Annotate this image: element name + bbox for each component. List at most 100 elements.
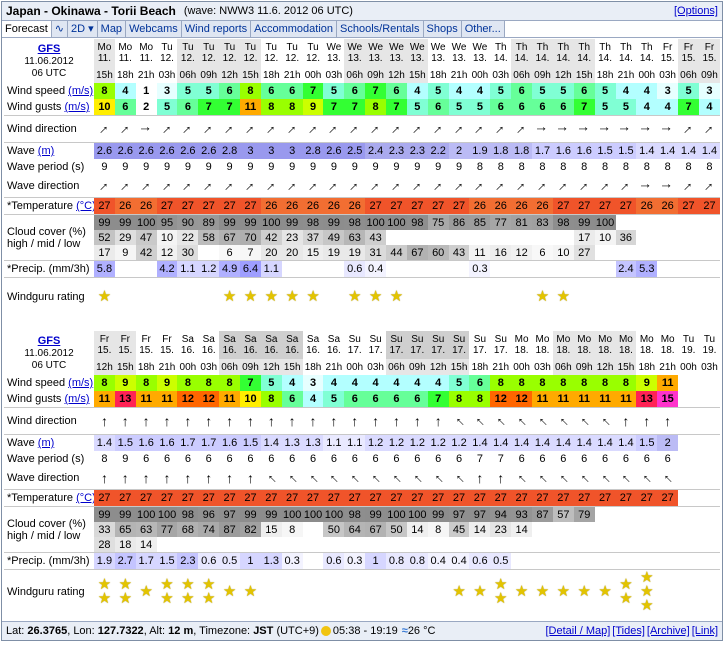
wave-period-cell: 6 [372, 453, 379, 465]
model-link[interactable]: GFS [38, 43, 61, 55]
wave-period-cell: 8 [664, 161, 671, 173]
wind-arrow-icon: ↑ [184, 469, 192, 486]
rating-cell [699, 278, 720, 316]
wind-gusts-cell: 7 [427, 391, 449, 407]
wave-period-cell: 6 [184, 453, 191, 465]
wave-cell: 2.3 [406, 143, 428, 159]
tab-4[interactable]: Webcams [126, 21, 182, 37]
cloud-high-cell: 99 [281, 215, 303, 230]
wave-period-cell: 6 [309, 453, 317, 465]
precip-cell [428, 261, 449, 277]
day-cell: Su 17. [344, 331, 366, 359]
wind-gusts-cell: 13 [636, 391, 658, 407]
tab-7[interactable]: Schools/Rentals [337, 21, 424, 37]
unit-ms-link[interactable]: (m/s) [64, 393, 89, 405]
cloud-high-cell: 97 [448, 507, 470, 522]
tab-1[interactable]: ∿ [51, 21, 69, 37]
hour-cell: 15h [94, 67, 115, 83]
wave-cell: 1.4 [657, 143, 679, 159]
cloud-mid-cell: 77 [156, 522, 178, 537]
rating-cell: ★ ★ [157, 570, 178, 614]
tab-2[interactable]: 2D ▾ [68, 21, 98, 37]
precip-cell [699, 261, 720, 277]
cloud-high-cell: 81 [511, 215, 533, 230]
wind-speed-cell [699, 375, 720, 391]
unit-ms-link[interactable]: (m/s) [68, 377, 93, 389]
precip-cell: 4.9 [219, 261, 241, 277]
cloud-mid-cell: 58 [198, 230, 220, 245]
hour-cell: 09h [365, 67, 387, 83]
unit-c-link[interactable]: (°C) [76, 492, 94, 504]
cloud-high-cell: 90 [177, 215, 199, 230]
tab-9[interactable]: Other... [461, 21, 505, 37]
star-icon: ★ [619, 590, 633, 607]
wave-cell: 1.4 [469, 435, 491, 451]
precip-cell [616, 553, 637, 569]
cloud-low-cell: 10 [552, 245, 574, 260]
star-icon: ★ [535, 288, 550, 305]
unit-m-link[interactable]: (m) [38, 437, 55, 449]
tab-8[interactable]: Shops [423, 21, 462, 37]
tab-3[interactable]: Map [97, 21, 127, 37]
wind-gusts-cell: 4 [302, 391, 324, 407]
day-cell: Tu 12. [240, 39, 261, 67]
wind-arrow-icon: ↑ [367, 120, 384, 137]
wind-speed-cell: 4 [365, 375, 387, 391]
hour-cell: 12h [94, 359, 115, 375]
wave: Wave (m) 2.6 2.6 2.6 2.6 2.6 2.6 2.8 3 3 3 2.8 2.6 2.… [4, 143, 720, 159]
wave-period: Wave period (s) 9 9 9 9 9 9 9 9 9 9 9 9 9 9 9 9 9 9 8 8 8 8 8 8 8… [4, 159, 720, 175]
cloud-high-cell [678, 507, 699, 522]
temperature-cell: 27 [678, 198, 699, 214]
unit-ms-link[interactable]: (m/s) [64, 101, 89, 113]
wind-speed-cell: 4 [469, 83, 491, 99]
wind-arrow-icon: ↑ [284, 469, 301, 486]
wind-arrow-icon: ↑ [200, 120, 217, 137]
hour-cell: 18h [427, 67, 449, 83]
wave-cell: 3 [260, 143, 282, 159]
wave-cell: 2.6 [198, 143, 220, 159]
cloud-high-cell: 79 [573, 507, 595, 522]
wind-arrow-icon: ↑ [372, 412, 380, 429]
day-cell: Th 14. [490, 39, 512, 67]
footer-link-1[interactable]: [Tides] [612, 625, 645, 637]
temperature-cell: 27 [448, 490, 470, 506]
cloud-low-cell: 19 [344, 245, 366, 260]
cloud-mid-cell [386, 230, 407, 245]
cloud-low-cell: 43 [448, 245, 470, 260]
day-row: GFS 11.06.2012 06 UTC Mo 11. Mo 11. Mo 11. Tu 12. T… [4, 39, 720, 79]
wind-gusts-cell: 6 [427, 99, 449, 115]
day-cell: Tu 12. [177, 39, 199, 67]
precip-cell [636, 553, 657, 569]
hour-cell: 06h [177, 67, 199, 83]
wind-gusts: Wind gusts (m/s) 10 6 2 5 6 7 7 11 8 8 9 7 7 8 7 5 6 5 5 6 6 6… [4, 99, 720, 115]
cloud-low-cell [699, 245, 720, 260]
rating-cell [428, 278, 449, 316]
temperature-cell: 27 [365, 198, 387, 214]
hour-cell: 12h [219, 67, 241, 83]
temperature-cell: 26 [490, 198, 512, 214]
hour-cell: 06h [344, 67, 366, 83]
unit-ms-link[interactable]: (m/s) [68, 85, 93, 97]
wind-speed-cell: 7 [302, 83, 324, 99]
unit-m-link[interactable]: (m) [38, 145, 55, 157]
tab-5[interactable]: Wind reports [181, 21, 252, 37]
options-link[interactable]: [Options] [674, 5, 718, 17]
cloud-high-cell: 83 [532, 215, 553, 230]
wind-gusts-cell [678, 391, 699, 407]
tab-6[interactable]: Accommodation [251, 21, 337, 37]
temperature-cell: 27 [594, 490, 616, 506]
wind-speed-cell: 4 [281, 375, 303, 391]
model-link[interactable]: GFS [38, 335, 61, 347]
day-cell: Fr 15. [114, 331, 136, 359]
cloud-mid-cell [553, 230, 574, 245]
day-cell: Su 17. [469, 331, 491, 359]
rating-cell [115, 278, 136, 316]
wind-arrow-icon: ↑ [497, 469, 505, 486]
footer-link-2[interactable]: [Archive] [647, 625, 690, 637]
cloud-mid-cell [657, 522, 678, 537]
footer-link-0[interactable]: [Detail / Map] [545, 625, 610, 637]
footer-link-3[interactable]: [Link] [692, 625, 718, 637]
precip-cell: 1.2 [198, 261, 220, 277]
tab-0[interactable]: Forecast [2, 21, 52, 37]
unit-c-link[interactable]: (°C) [76, 200, 94, 212]
